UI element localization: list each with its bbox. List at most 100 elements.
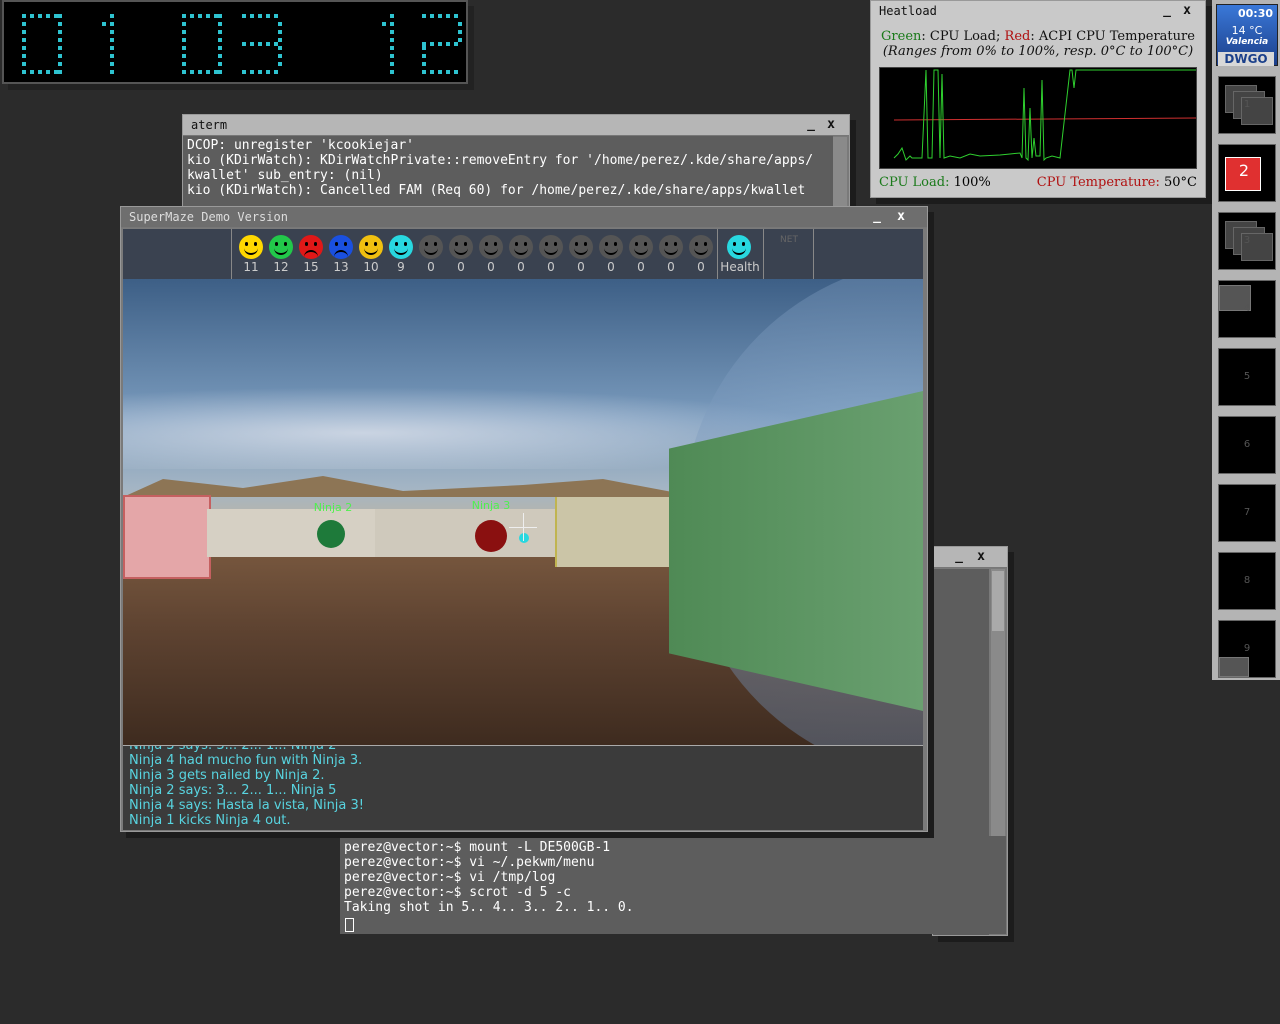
ninja-2-label: Ninja 2 — [313, 501, 353, 514]
desktop-label: 1 — [1243, 99, 1251, 110]
cpu-load-label: CPU Load: — [879, 175, 954, 190]
desktop-label: 9 — [1243, 643, 1251, 654]
heatload-titlebar[interactable]: Heatload _ x — [871, 1, 1205, 21]
scroll-thumb[interactable] — [992, 571, 1004, 631]
player-face-icon — [479, 235, 503, 259]
desktop-8[interactable]: 8 — [1218, 552, 1276, 610]
wall-white — [207, 509, 377, 557]
close-icon[interactable]: x — [973, 547, 989, 567]
close-icon[interactable]: x — [823, 115, 839, 135]
legend-mid: : CPU Load; — [921, 29, 1005, 44]
heatload-graph — [879, 67, 1197, 169]
weather-city: Valencia — [1225, 37, 1269, 47]
desktop-label: 7 — [1243, 507, 1251, 518]
clock-digit — [242, 14, 282, 74]
wall-white — [375, 509, 555, 557]
desktop-4[interactable]: 4 — [1218, 280, 1276, 338]
projectile — [519, 533, 529, 543]
player-face-icon — [539, 235, 563, 259]
minimize-icon[interactable]: _ — [869, 207, 885, 227]
cpu-temp-label: CPU Temperature: — [1036, 175, 1164, 190]
weather-temp: 14 °C — [1231, 24, 1263, 37]
desktop-1[interactable]: 1 — [1218, 76, 1276, 134]
player-score: 0 — [697, 260, 705, 274]
minimize-icon[interactable]: _ — [803, 115, 819, 135]
desktop-7[interactable]: 7 — [1218, 484, 1276, 542]
heatload-title: Heatload — [879, 4, 937, 18]
heatload-legend: Green: CPU Load; Red: ACPI CPU Temperatu… — [871, 29, 1205, 44]
player-score: 10 — [363, 260, 379, 274]
desktop-label: 4 — [1243, 303, 1251, 314]
aterm-output[interactable]: DCOP: unregister 'kcookiejar' kio (KDirW… — [183, 136, 833, 208]
weather-time: 00:30 — [1237, 7, 1273, 20]
desktop-2[interactable]: 2 — [1218, 144, 1276, 202]
player-score: 0 — [547, 260, 555, 274]
cpu-temp-readout: CPU Temperature: 50°C — [1037, 175, 1197, 190]
supermaze-window[interactable]: SuperMaze Demo Version _ x 11 12 15 13 10 9 0 0… — [120, 206, 928, 832]
player-face-icon — [629, 235, 653, 259]
desktop-window-preview — [1219, 657, 1249, 677]
desktop-3[interactable]: 3 — [1218, 212, 1276, 270]
cursor — [345, 918, 354, 932]
clock-digit — [182, 14, 222, 74]
chat-line: Ninja 3 says: 3... 2... 1... Ninja 2 — [129, 745, 337, 753]
chat-line: Ninja 4 had mucho fun with Ninja 3. — [129, 753, 363, 768]
game-title: SuperMaze Demo Version — [129, 210, 288, 224]
player-score: 13 — [333, 260, 349, 274]
close-icon[interactable]: x — [893, 207, 909, 227]
ninja-2-avatar — [317, 520, 345, 548]
crosshair-icon — [523, 513, 524, 541]
legend-tail: : ACPI CPU Temperature — [1030, 29, 1195, 44]
player-face-icon — [689, 235, 713, 259]
player-score: 0 — [487, 260, 495, 274]
led-clock — [2, 0, 468, 84]
desktop-label: 3 — [1243, 235, 1251, 246]
divider — [763, 229, 764, 279]
minimize-icon[interactable]: _ — [951, 547, 967, 567]
player-face-icon — [509, 235, 533, 259]
aterm-titlebar[interactable]: aterm _ x — [183, 115, 849, 136]
desktop-5[interactable]: 5 — [1218, 348, 1276, 406]
divider — [231, 229, 232, 279]
game-titlebar[interactable]: SuperMaze Demo Version _ x — [121, 207, 927, 228]
player-face-icon — [359, 235, 383, 259]
health-label: Health — [720, 260, 760, 274]
heatload-ranges: (Ranges from 0% to 100%, resp. 0°C to 10… — [882, 44, 1194, 59]
ninja-3-label: Ninja 3 — [471, 499, 511, 512]
scrollbar[interactable] — [833, 137, 847, 207]
cpu-temp-value: 50°C — [1164, 175, 1197, 190]
terminal-titlebar[interactable]: _ x — [933, 547, 1007, 568]
desktop-label: 2 — [1238, 161, 1250, 180]
chat-log: Ninja 3 says: 3... 2... 1... Ninja 2 Ninj… — [123, 745, 923, 830]
close-icon[interactable]: x — [1179, 1, 1195, 21]
wall-pink — [123, 495, 211, 579]
desktop-9[interactable]: 9 — [1218, 620, 1276, 678]
terminal-output[interactable]: perez@vector:~$ mount -L DE500GB-1 perez… — [340, 836, 1006, 917]
desktop-6[interactable]: 6 — [1218, 416, 1276, 474]
desktop-label: 8 — [1243, 575, 1251, 586]
player-face-icon — [599, 235, 623, 259]
player-score: 0 — [517, 260, 525, 274]
game-viewport[interactable]: Ninja 2 Ninja 3 — [123, 279, 923, 745]
player-face-icon — [269, 235, 293, 259]
aterm-title: aterm — [191, 118, 228, 132]
net-label: NET — [780, 235, 798, 245]
wall-yellow — [555, 497, 671, 567]
chat-line: Ninja 4 says: Hasta la vista, Ninja 3! — [129, 798, 365, 813]
clock-digit — [422, 14, 462, 74]
aterm-window[interactable]: aterm _ x DCOP: unregister 'kcookiejar' … — [182, 114, 850, 210]
heatload-window[interactable]: Heatload _ x Green: CPU Load; Red: ACPI … — [870, 0, 1206, 198]
clock-digit — [22, 14, 62, 74]
cpu-load-line — [893, 69, 1196, 162]
minimize-icon[interactable]: _ — [1159, 1, 1175, 21]
player-score: 0 — [607, 260, 615, 274]
player-score: 0 — [577, 260, 585, 274]
player-score: 9 — [397, 260, 405, 274]
legend-green: Green — [881, 29, 922, 44]
terminal-content[interactable]: perez@vector:~$ mount -L DE500GB-1 perez… — [340, 836, 1006, 934]
player-score: 11 — [243, 260, 259, 274]
heatload-svg — [893, 69, 1197, 162]
desktop-pager: 00:30 14 °C Valencia DWGO 1 2 3 4 5 6 7 8 9 — [1212, 0, 1280, 680]
weather-logo: DWGO — [1218, 52, 1274, 66]
player-face-icon — [329, 235, 353, 259]
